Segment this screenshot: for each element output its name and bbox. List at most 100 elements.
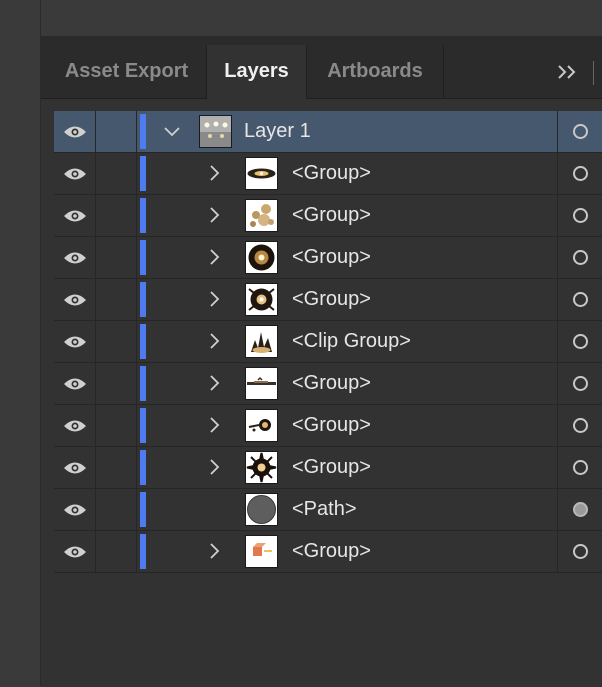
lock-toggle[interactable] bbox=[96, 279, 137, 320]
lock-toggle[interactable] bbox=[96, 531, 137, 572]
target-circle-icon bbox=[573, 250, 588, 265]
layer-name[interactable]: <Clip Group> bbox=[292, 321, 411, 362]
layer-color-indicator bbox=[140, 282, 146, 317]
target-toggle[interactable] bbox=[557, 363, 602, 404]
tab-bar-divider bbox=[593, 61, 594, 85]
visibility-toggle[interactable] bbox=[54, 447, 96, 488]
target-circle-icon bbox=[573, 124, 588, 139]
layer-name[interactable]: <Group> bbox=[292, 405, 371, 446]
disclosure-toggle[interactable] bbox=[205, 321, 225, 362]
layer-row[interactable]: <Group> bbox=[54, 237, 602, 279]
layer-row[interactable]: Layer 1 bbox=[54, 111, 602, 153]
layer-name[interactable]: Layer 1 bbox=[244, 111, 311, 152]
layer-color-indicator bbox=[140, 114, 146, 149]
target-circle-icon bbox=[573, 502, 588, 517]
visibility-toggle[interactable] bbox=[54, 279, 96, 320]
layer-row[interactable]: <Group> bbox=[54, 279, 602, 321]
chevron-right-icon bbox=[210, 207, 220, 223]
layer-name[interactable]: <Group> bbox=[292, 237, 371, 278]
eye-icon bbox=[64, 336, 86, 348]
layer-row[interactable]: <Group> bbox=[54, 405, 602, 447]
target-toggle[interactable] bbox=[557, 195, 602, 236]
target-toggle[interactable] bbox=[557, 111, 602, 152]
layer-row[interactable]: <Clip Group> bbox=[54, 321, 602, 363]
eye-icon bbox=[64, 462, 86, 474]
chevron-right-icon bbox=[210, 543, 220, 559]
lock-toggle[interactable] bbox=[96, 363, 137, 404]
lock-toggle[interactable] bbox=[96, 153, 137, 194]
visibility-toggle[interactable] bbox=[54, 195, 96, 236]
visibility-toggle[interactable] bbox=[54, 321, 96, 362]
visibility-toggle[interactable] bbox=[54, 405, 96, 446]
tab-asset-export[interactable]: Asset Export bbox=[47, 45, 207, 98]
visibility-toggle[interactable] bbox=[54, 531, 96, 572]
eye-icon bbox=[64, 378, 86, 390]
layers-panel: Asset Export Layers Artboards Layer 1 <Gr… bbox=[41, 36, 602, 687]
layer-thumbnail bbox=[199, 115, 232, 148]
visibility-toggle[interactable] bbox=[54, 489, 96, 530]
layer-name[interactable]: <Path> bbox=[292, 489, 357, 530]
disclosure-toggle[interactable] bbox=[205, 405, 225, 446]
visibility-toggle[interactable] bbox=[54, 153, 96, 194]
layer-color-indicator bbox=[140, 198, 146, 233]
layer-color-indicator bbox=[140, 366, 146, 401]
chevron-right-icon bbox=[210, 417, 220, 433]
layer-thumbnail bbox=[245, 535, 278, 568]
disclosure-toggle[interactable] bbox=[205, 447, 225, 488]
lock-toggle[interactable] bbox=[96, 447, 137, 488]
layer-name[interactable]: <Group> bbox=[292, 363, 371, 404]
target-circle-icon bbox=[573, 418, 588, 433]
target-toggle[interactable] bbox=[557, 531, 602, 572]
target-toggle[interactable] bbox=[557, 405, 602, 446]
disclosure-toggle[interactable] bbox=[162, 111, 182, 152]
window-top-bar bbox=[0, 0, 602, 36]
lock-toggle[interactable] bbox=[96, 489, 137, 530]
layer-thumbnail bbox=[245, 493, 278, 526]
lock-toggle[interactable] bbox=[96, 405, 137, 446]
target-circle-icon bbox=[573, 544, 588, 559]
eye-icon bbox=[64, 210, 86, 222]
layer-name[interactable]: <Group> bbox=[292, 279, 371, 320]
collapse-panels-button[interactable] bbox=[555, 55, 581, 89]
eye-icon bbox=[64, 294, 86, 306]
panel-tab-bar: Asset Export Layers Artboards bbox=[41, 37, 602, 99]
tab-layers[interactable]: Layers bbox=[207, 45, 307, 99]
layer-row[interactable]: <Group> bbox=[54, 447, 602, 489]
disclosure-toggle[interactable] bbox=[205, 153, 225, 194]
disclosure-toggle[interactable] bbox=[205, 279, 225, 320]
layer-row[interactable]: <Group> bbox=[54, 153, 602, 195]
layer-name[interactable]: <Group> bbox=[292, 531, 371, 572]
tab-artboards[interactable]: Artboards bbox=[307, 45, 444, 98]
chevron-right-icon bbox=[210, 291, 220, 307]
target-toggle[interactable] bbox=[557, 489, 602, 530]
left-dock-strip bbox=[0, 0, 41, 686]
layer-color-indicator bbox=[140, 408, 146, 443]
layer-row[interactable]: <Group> bbox=[54, 363, 602, 405]
layer-row[interactable]: <Path> bbox=[54, 489, 602, 531]
lock-toggle[interactable] bbox=[96, 195, 137, 236]
visibility-toggle[interactable] bbox=[54, 111, 96, 152]
layer-name[interactable]: <Group> bbox=[292, 447, 371, 488]
layer-name[interactable]: <Group> bbox=[292, 195, 371, 236]
target-toggle[interactable] bbox=[557, 279, 602, 320]
lock-toggle[interactable] bbox=[96, 321, 137, 362]
target-toggle[interactable] bbox=[557, 237, 602, 278]
disclosure-toggle[interactable] bbox=[205, 195, 225, 236]
layer-thumbnail bbox=[245, 241, 278, 274]
target-toggle[interactable] bbox=[557, 153, 602, 194]
disclosure-toggle[interactable] bbox=[205, 531, 225, 572]
lock-toggle[interactable] bbox=[96, 237, 137, 278]
disclosure-toggle[interactable] bbox=[205, 363, 225, 404]
visibility-toggle[interactable] bbox=[54, 363, 96, 404]
target-toggle[interactable] bbox=[557, 447, 602, 488]
lock-toggle[interactable] bbox=[96, 111, 137, 152]
target-circle-icon bbox=[573, 292, 588, 307]
layer-color-indicator bbox=[140, 450, 146, 485]
disclosure-toggle[interactable] bbox=[205, 237, 225, 278]
layer-row[interactable]: <Group> bbox=[54, 195, 602, 237]
layer-row[interactable]: <Group> bbox=[54, 531, 602, 573]
visibility-toggle[interactable] bbox=[54, 237, 96, 278]
double-chevron-right-icon bbox=[558, 65, 576, 79]
target-toggle[interactable] bbox=[557, 321, 602, 362]
layer-name[interactable]: <Group> bbox=[292, 153, 371, 194]
